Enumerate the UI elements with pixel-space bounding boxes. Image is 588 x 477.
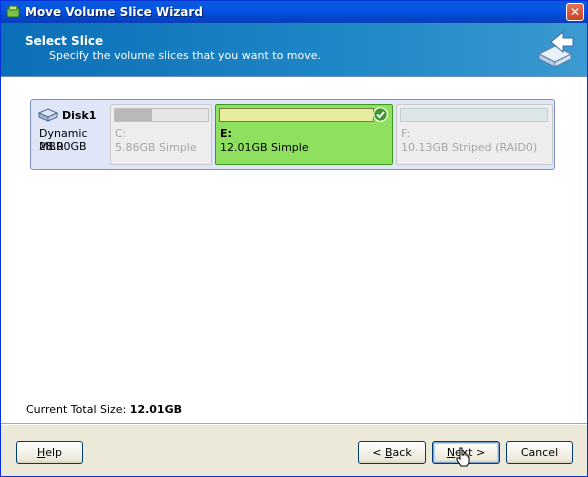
- partition-usage-fill: [220, 109, 373, 121]
- partition-label: E:: [220, 127, 232, 140]
- move-slice-icon: [537, 30, 574, 68]
- window-title: Move Volume Slice Wizard: [25, 5, 203, 19]
- close-button[interactable]: ✕: [566, 3, 584, 21]
- partition-desc: 10.13GB Striped (RAID0): [401, 141, 538, 154]
- back-label-post: ack: [392, 446, 412, 459]
- total-size-value: 12.01GB: [129, 403, 183, 416]
- partition-c[interactable]: C: 5.86GB Simple: [110, 104, 212, 165]
- disk-info: Disk1 Dynamic MBR 28.00GB: [35, 106, 111, 164]
- total-size-label: Current Total Size:: [26, 403, 127, 416]
- partition-label: F:: [401, 127, 411, 140]
- partition-usage-bar: [114, 108, 209, 122]
- disk-size: 28.00GB: [39, 140, 87, 153]
- help-button[interactable]: Help: [16, 441, 83, 464]
- disk-name: Disk1: [62, 109, 97, 122]
- partition-f[interactable]: F: 10.13GB Striped (RAID0): [396, 104, 553, 165]
- partition-usage-bar: [400, 108, 548, 122]
- back-button[interactable]: < Back: [358, 441, 426, 464]
- help-access-key: H: [36, 446, 46, 459]
- disk-row: Disk1 Dynamic MBR 28.00GB C: 5.86GB Simp…: [30, 99, 555, 170]
- disk-icon: [37, 108, 59, 122]
- title-bar[interactable]: Move Volume Slice Wizard ✕: [1, 1, 587, 23]
- partition-usage-fill: [115, 109, 153, 121]
- partition-e[interactable]: E: 12.01GB Simple: [215, 104, 393, 165]
- mouse-cursor-icon: [456, 447, 470, 467]
- wizard-window: Move Volume Slice Wizard ✕ Select Slice …: [0, 0, 588, 477]
- page-title: Select Slice: [25, 34, 104, 48]
- content-area: Disk1 Dynamic MBR 28.00GB C: 5.86GB Simp…: [1, 77, 587, 423]
- app-icon: [6, 5, 20, 18]
- page-subtitle: Specify the volume slices that you want …: [49, 49, 322, 62]
- partition-desc: 12.01GB Simple: [220, 141, 309, 154]
- cancel-button[interactable]: Cancel: [506, 441, 573, 464]
- back-label-pre: <: [372, 446, 385, 459]
- partition-usage-bar: [219, 108, 374, 122]
- back-access-key: B: [385, 446, 393, 459]
- wizard-header: Select Slice Specify the volume slices t…: [1, 23, 587, 76]
- partition-desc: 5.86GB Simple: [115, 141, 197, 154]
- total-size: Current Total Size: 12.01GB: [26, 403, 182, 416]
- help-label-post: elp: [45, 446, 63, 459]
- footer-divider-highlight: [1, 424, 587, 425]
- partition-label: C:: [115, 127, 127, 140]
- next-access-key: N: [446, 446, 456, 459]
- check-icon: [373, 107, 388, 122]
